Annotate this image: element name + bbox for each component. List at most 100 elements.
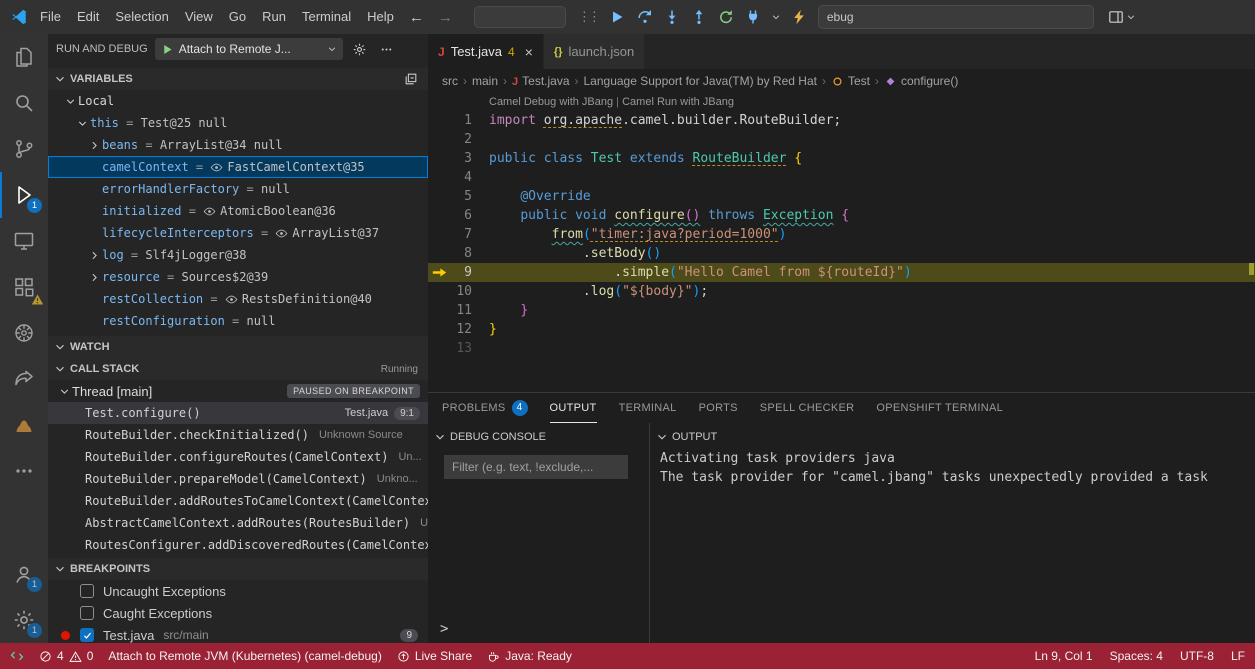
menu-help[interactable]: Help bbox=[359, 0, 402, 34]
breadcrumb-src[interactable]: src bbox=[442, 74, 458, 88]
watch-header[interactable]: WATCH bbox=[48, 336, 428, 358]
indentation-status[interactable]: Spaces: 4 bbox=[1110, 649, 1163, 663]
output-pane-header[interactable]: OUTPUT bbox=[650, 423, 1255, 447]
panel-tab-output[interactable]: OUTPUT bbox=[550, 393, 597, 423]
stack-frame-routebuilder-preparemode[interactable]: RouteBuilder.prepareModel(CamelContext)U… bbox=[48, 468, 428, 490]
command-center-box[interactable] bbox=[474, 6, 566, 28]
activity-settings[interactable]: 1 bbox=[0, 597, 48, 643]
code-line-11[interactable]: 11 } bbox=[428, 301, 1255, 320]
variable-resource[interactable]: resource = Sources$2@39 bbox=[48, 266, 428, 288]
step-out-icon[interactable] bbox=[690, 8, 708, 26]
code-editor[interactable]: Camel Debug with JBang | Camel Run with … bbox=[428, 93, 1255, 392]
debug-session-status[interactable]: Attach to Remote JVM (Kubernetes) (camel… bbox=[108, 649, 381, 663]
codelens-link-camel-debug-with-jbang[interactable]: Camel Debug with JBang bbox=[489, 96, 613, 108]
collapse-all-icon[interactable] bbox=[404, 72, 418, 86]
lazy-eval-eye-icon[interactable] bbox=[225, 293, 238, 306]
activity-search[interactable] bbox=[0, 80, 48, 126]
lazy-eval-eye-icon[interactable] bbox=[203, 205, 216, 218]
disconnect-icon[interactable] bbox=[744, 8, 762, 26]
tab-launch-json[interactable]: {}launch.json bbox=[544, 34, 645, 69]
activity-extensions[interactable] bbox=[0, 264, 48, 310]
breadcrumb-language-support-for-java-tm-by-red-hat[interactable]: Language Support for Java(TM) by Red Hat bbox=[584, 74, 817, 88]
tab-test-java[interactable]: JTest.java4× bbox=[428, 34, 544, 69]
eol-status[interactable]: LF bbox=[1231, 649, 1245, 663]
continue-icon[interactable] bbox=[609, 8, 627, 26]
code-line-5[interactable]: 5 @Override bbox=[428, 187, 1255, 206]
panel-tab-spell-checker[interactable]: SPELL CHECKER bbox=[760, 393, 855, 423]
variable-restconfiguration[interactable]: restConfiguration = null bbox=[48, 310, 428, 332]
activity-more[interactable] bbox=[0, 448, 48, 494]
code-line-10[interactable]: 10 .log("${body}"); bbox=[428, 282, 1255, 301]
editor-layout-button[interactable] bbox=[1108, 9, 1136, 25]
debug-search-box[interactable]: ebug bbox=[818, 5, 1094, 29]
problems-status[interactable]: 4 0 bbox=[39, 649, 93, 663]
activity-source-control[interactable] bbox=[0, 126, 48, 172]
code-line-8[interactable]: 8 .setBody() bbox=[428, 244, 1255, 263]
breakpoint-test-java[interactable]: Test.javasrc/main9 bbox=[48, 624, 428, 643]
panel-tab-terminal[interactable]: TERMINAL bbox=[619, 393, 677, 423]
breakpoint-checkbox[interactable] bbox=[80, 584, 94, 598]
breakpoint-checkbox[interactable] bbox=[80, 628, 94, 642]
start-debug-icon[interactable] bbox=[161, 43, 174, 56]
encoding-status[interactable]: UTF-8 bbox=[1180, 649, 1214, 663]
activity-remote-explorer[interactable] bbox=[0, 218, 48, 264]
thread-row[interactable]: Thread [main] PAUSED ON BREAKPOINT bbox=[48, 380, 428, 402]
stack-frame-abstractcamelcontext-add[interactable]: AbstractCamelContext.addRoutes(RoutesBui… bbox=[48, 512, 428, 534]
restart-icon[interactable] bbox=[717, 8, 735, 26]
step-over-icon[interactable] bbox=[636, 8, 654, 26]
panel-tab-openshift-terminal[interactable]: OPENSHIFT TERMINAL bbox=[876, 393, 1003, 423]
variable-beans[interactable]: beans = ArrayList@34 null bbox=[48, 134, 428, 156]
debug-console-filter-input[interactable] bbox=[444, 455, 628, 479]
activity-run-and-debug[interactable]: 1 bbox=[0, 172, 48, 218]
stack-frame-routebuilder-checkinitia[interactable]: RouteBuilder.checkInitialized()Unknown S… bbox=[48, 424, 428, 446]
bolt-icon[interactable] bbox=[790, 8, 808, 26]
code-line-1[interactable]: 1import org.apache.camel.builder.RouteBu… bbox=[428, 111, 1255, 130]
stack-frame-routebuilder-configurero[interactable]: RouteBuilder.configureRoutes(CamelContex… bbox=[48, 446, 428, 468]
more-actions-icon[interactable] bbox=[377, 39, 397, 59]
menu-view[interactable]: View bbox=[177, 0, 221, 34]
menu-file[interactable]: File bbox=[32, 0, 69, 34]
remote-indicator[interactable] bbox=[10, 649, 24, 663]
variable-restcollection[interactable]: restCollection = RestsDefinition@40 bbox=[48, 288, 428, 310]
drag-grip-icon[interactable]: ⋮⋮ bbox=[578, 9, 600, 25]
call-stack-header[interactable]: CALL STACK Running bbox=[48, 358, 428, 380]
activity-explorer[interactable] bbox=[0, 34, 48, 80]
variable-camelcontext[interactable]: camelContext = FastCamelContext@35 bbox=[48, 156, 428, 178]
go-back-icon[interactable]: ← bbox=[409, 9, 424, 26]
cursor-position[interactable]: Ln 9, Col 1 bbox=[1035, 649, 1093, 663]
breadcrumb-main[interactable]: main bbox=[472, 74, 498, 88]
breakpoint-caught-exceptions[interactable]: Caught Exceptions bbox=[48, 602, 428, 624]
java-status[interactable]: Java: Ready bbox=[487, 649, 572, 663]
breakpoint-uncaught-exceptions[interactable]: Uncaught Exceptions bbox=[48, 580, 428, 602]
activity-kubernetes[interactable] bbox=[0, 310, 48, 356]
go-forward-icon[interactable]: → bbox=[438, 9, 453, 26]
variable-initialized[interactable]: initialized = AtomicBoolean@36 bbox=[48, 200, 428, 222]
breadcrumb-configure[interactable]: configure() bbox=[884, 74, 958, 88]
step-into-icon[interactable] bbox=[663, 8, 681, 26]
lazy-eval-eye-icon[interactable] bbox=[210, 161, 223, 174]
panel-tab-ports[interactable]: PORTS bbox=[699, 393, 738, 423]
scope-row-local[interactable]: Local bbox=[48, 90, 428, 112]
codelens-link-camel-run-with-jbang[interactable]: Camel Run with JBang bbox=[622, 96, 734, 108]
code-line-7[interactable]: 7 from("timer:java?period=1000") bbox=[428, 225, 1255, 244]
variables-header[interactable]: VARIABLES bbox=[48, 68, 428, 90]
live-share-status[interactable]: Live Share bbox=[397, 649, 472, 663]
chevron-down-icon[interactable] bbox=[771, 12, 781, 22]
breakpoints-header[interactable]: BREAKPOINTS bbox=[48, 558, 428, 580]
debug-settings-gear-icon[interactable] bbox=[350, 39, 370, 59]
activity-camel[interactable] bbox=[0, 402, 48, 448]
variable-errorhandlerfactory[interactable]: errorHandlerFactory = null bbox=[48, 178, 428, 200]
stack-frame-routesconfigurer-adddisc[interactable]: RoutesConfigurer.addDiscoveredRoutes(Cam… bbox=[48, 534, 428, 556]
activity-accounts[interactable]: 1 bbox=[0, 551, 48, 597]
breakpoint-checkbox[interactable] bbox=[80, 606, 94, 620]
menu-terminal[interactable]: Terminal bbox=[294, 0, 359, 34]
panel-tab-problems[interactable]: PROBLEMS4 bbox=[442, 393, 528, 423]
code-line-6[interactable]: 6 public void configure() throws Excepti… bbox=[428, 206, 1255, 225]
code-line-4[interactable]: 4 bbox=[428, 168, 1255, 187]
activity-live-share[interactable] bbox=[0, 356, 48, 402]
variable-lifecycleinterceptors[interactable]: lifecycleInterceptors = ArrayList@37 bbox=[48, 222, 428, 244]
breadcrumb-test[interactable]: Test bbox=[831, 74, 870, 88]
repl-prompt[interactable]: > bbox=[440, 621, 448, 637]
lazy-eval-eye-icon[interactable] bbox=[275, 227, 288, 240]
code-line-9[interactable]: 9 .simple("Hello Camel from ${routeId}") bbox=[428, 263, 1255, 282]
